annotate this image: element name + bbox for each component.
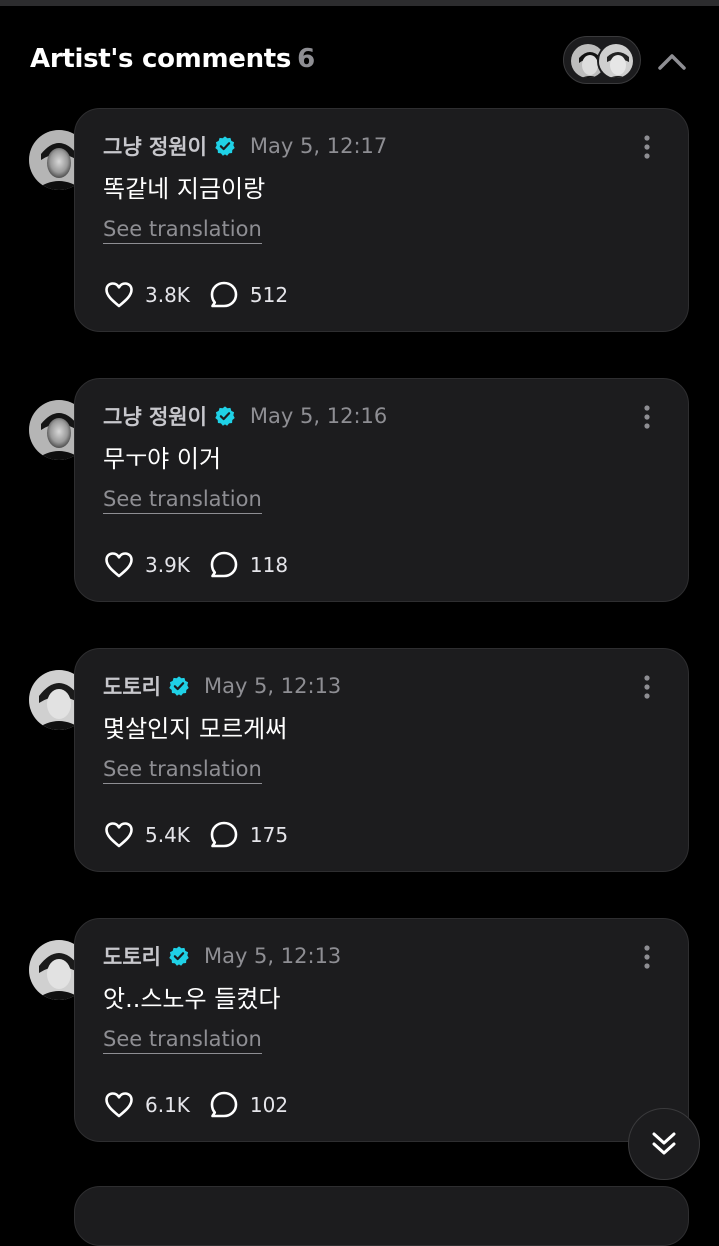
reply-button[interactable]: 512 <box>208 279 288 311</box>
comment-card: 도토리 May 5, 12:13 몇살인지 모르게써 See translati… <box>74 648 689 872</box>
comment-card <box>74 1186 689 1246</box>
like-count: 3.8K <box>145 283 190 307</box>
see-translation-link[interactable]: See translation <box>103 1027 262 1054</box>
verified-badge-icon <box>169 676 189 696</box>
verified-badge-icon <box>215 406 235 426</box>
comment-stats: 3.9K 118 <box>103 549 306 581</box>
section-title: Artist's comments 6 <box>30 44 315 74</box>
see-translation-link[interactable]: See translation <box>103 757 262 784</box>
author-name[interactable]: 그냥 정원이 <box>103 131 207 161</box>
more-vertical-icon[interactable] <box>635 943 659 971</box>
comment-stats: 3.8K 512 <box>103 279 306 311</box>
reply-button[interactable]: 118 <box>208 549 288 581</box>
reply-button[interactable]: 175 <box>208 819 288 851</box>
comment-header: 그냥 정원이 May 5, 12:16 <box>103 401 387 431</box>
like-button[interactable]: 5.4K <box>103 819 190 851</box>
like-count: 5.4K <box>145 823 190 847</box>
heart-icon <box>105 552 133 578</box>
comment-time: May 5, 12:13 <box>203 944 342 968</box>
comment-header: 그냥 정원이 May 5, 12:17 <box>103 131 387 161</box>
comment-time: May 5, 12:13 <box>203 674 342 698</box>
see-translation-link[interactable]: See translation <box>103 487 262 514</box>
comment-count: 6 <box>297 44 315 74</box>
comment-bubble-icon <box>210 551 238 578</box>
comment-text: 앗..스노우 들켰다 <box>103 985 281 1013</box>
comment-bubble-icon <box>210 821 238 848</box>
comment-text: 무ㅜ야 이거 <box>103 445 222 473</box>
author-name[interactable]: 도토리 <box>103 941 161 971</box>
comment-card: 그냥 정원이 May 5, 12:16 무ㅜ야 이거 See translati… <box>74 378 689 602</box>
reply-count: 118 <box>249 553 289 577</box>
heart-icon <box>105 822 133 848</box>
see-translation-link[interactable]: See translation <box>103 217 262 244</box>
more-vertical-icon[interactable] <box>635 133 659 161</box>
comment-header: 도토리 May 5, 12:13 <box>103 671 341 701</box>
verified-badge-icon <box>169 946 189 966</box>
like-button[interactable]: 3.9K <box>103 549 190 581</box>
reply-count: 102 <box>249 1093 289 1117</box>
avatar <box>597 42 635 80</box>
artist-avatar-stack[interactable] <box>563 36 641 84</box>
artist-comments-header: Artist's comments 6 <box>30 36 690 84</box>
more-vertical-icon[interactable] <box>635 403 659 431</box>
scroll-down-button[interactable] <box>628 1108 700 1180</box>
verified-badge-icon <box>215 136 235 156</box>
like-count: 6.1K <box>145 1093 190 1117</box>
like-count: 3.9K <box>145 553 190 577</box>
comment-text: 몇살인지 모르게써 <box>103 715 288 743</box>
section-title-text: Artist's comments <box>30 44 292 74</box>
comment-bubble-icon <box>210 281 238 308</box>
comment-bubble-icon <box>210 1091 238 1118</box>
author-name[interactable]: 그냥 정원이 <box>103 401 207 431</box>
more-vertical-icon[interactable] <box>635 673 659 701</box>
heart-icon <box>105 1092 133 1118</box>
reply-count: 175 <box>249 823 289 847</box>
comment-card: 도토리 May 5, 12:13 앗..스노우 들켰다 See translat… <box>74 918 689 1142</box>
double-chevron-down-icon <box>652 1132 676 1155</box>
like-button[interactable]: 3.8K <box>103 279 190 311</box>
comment-time: May 5, 12:16 <box>249 404 388 428</box>
comment-header: 도토리 May 5, 12:13 <box>103 941 341 971</box>
reply-button[interactable]: 102 <box>208 1089 288 1121</box>
author-name[interactable]: 도토리 <box>103 671 161 701</box>
comment-time: May 5, 12:17 <box>249 134 388 158</box>
heart-icon <box>105 282 133 308</box>
comment-stats: 5.4K 175 <box>103 819 306 851</box>
reply-count: 512 <box>249 283 289 307</box>
top-divider <box>0 0 719 6</box>
comment-card: 그냥 정원이 May 5, 12:17 똑같네 지금이랑 See transla… <box>74 108 689 332</box>
chevron-up-icon[interactable] <box>655 46 689 76</box>
like-button[interactable]: 6.1K <box>103 1089 190 1121</box>
comment-text: 똑같네 지금이랑 <box>103 175 266 203</box>
comment-stats: 6.1K 102 <box>103 1089 306 1121</box>
